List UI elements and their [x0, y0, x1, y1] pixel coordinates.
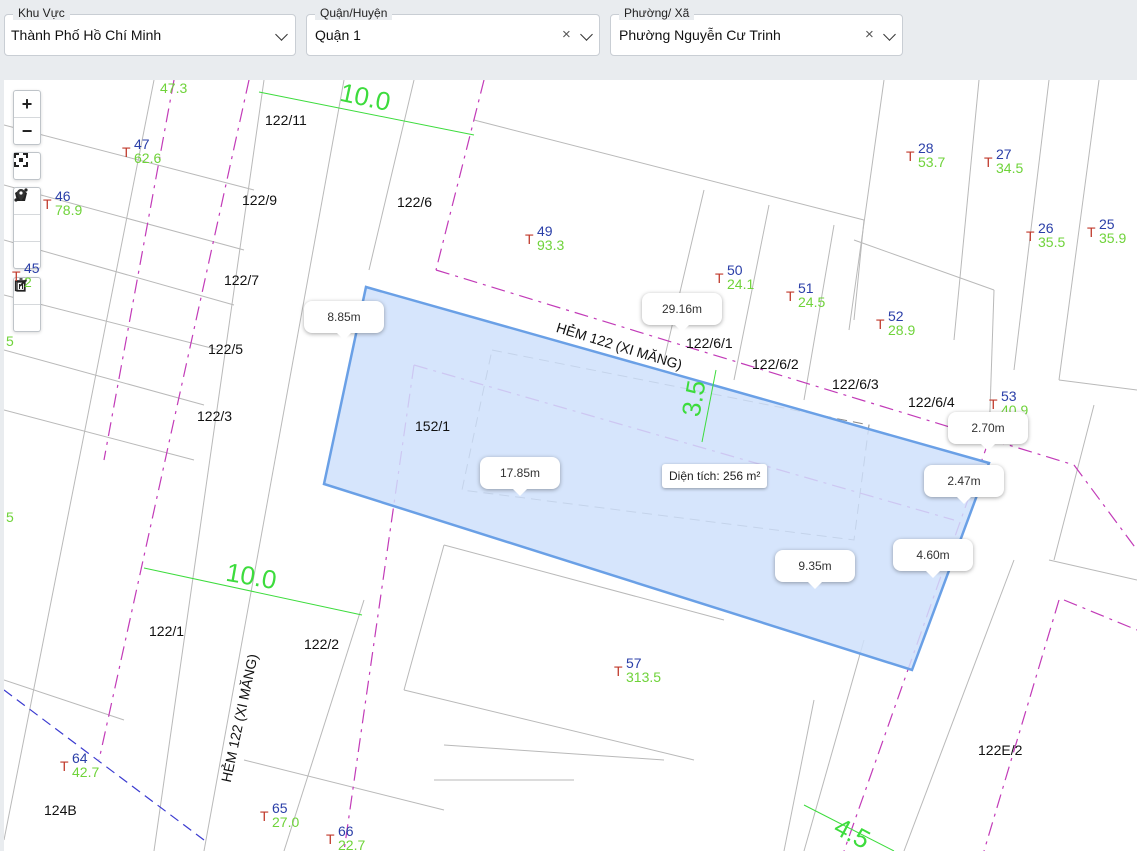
parcel-label: 122/6/4 [908, 394, 955, 410]
measurement-callout: 2.70m [948, 412, 1028, 451]
parcel-label: 122E/2 [978, 742, 1023, 758]
ward-select-label: Phường/ Xã [619, 6, 695, 20]
lot-area: 2 [24, 274, 32, 290]
trash-icon[interactable] [14, 278, 40, 331]
lot-area: 28.9 [888, 322, 916, 338]
parcel-label: 152/1 [415, 418, 451, 434]
lot-type: T [984, 154, 993, 170]
district-select-label: Quận/Huyện [315, 6, 393, 20]
chevron-down-icon[interactable] [883, 28, 896, 41]
fullscreen-control [13, 152, 41, 180]
parcel-label: 122/3 [197, 408, 233, 424]
lot-area: 35.9 [1099, 230, 1127, 246]
lot-type: T [715, 270, 724, 286]
lot-area: 24.5 [798, 294, 826, 310]
lot-area: 27.0 [272, 814, 300, 830]
lot-area: 62.6 [134, 150, 162, 166]
polygon-icon[interactable] [14, 189, 40, 242]
area-select-label: Khu Vực [13, 6, 70, 20]
lot-area: 42.7 [72, 764, 100, 780]
lot-area: 22.7 [338, 837, 366, 851]
chevron-down-icon[interactable] [580, 28, 593, 41]
zoom-controls: + − [13, 90, 41, 145]
parcel-label: 122/1 [149, 623, 185, 639]
fullscreen-icon[interactable] [14, 153, 40, 179]
lot-area: 35.5 [1038, 234, 1066, 250]
lot-type: T [326, 831, 335, 847]
lot-area: 313.5 [626, 669, 662, 685]
parcel-label: 124B [44, 802, 77, 818]
parcel-label: 122/6/3 [832, 376, 879, 392]
chevron-down-icon[interactable] [275, 28, 288, 41]
parcel-label: 122/5 [208, 341, 244, 357]
area-label: Diện tích: 256 m² [662, 464, 768, 488]
lot-area: 34.5 [996, 160, 1024, 176]
ward-select-value: Phường Nguyễn Cư Trinh [619, 27, 781, 43]
measurement-callout: 2.47m [924, 465, 1004, 504]
clear-icon[interactable]: × [562, 26, 571, 43]
dimension-label: 3.5 [675, 378, 712, 419]
parcel-label: 122/6/1 [686, 335, 733, 351]
lot-area: 93.3 [537, 237, 565, 253]
area-select[interactable]: Khu Vực Thành Phố Hồ Chí Minh [4, 6, 296, 56]
filter-bar: Khu Vực Thành Phố Hồ Chí Minh Quận/Huyện… [0, 0, 1137, 78]
measurement-callout: 17.85m [480, 457, 560, 496]
zoom-out-button[interactable]: − [14, 118, 40, 144]
cadastral-map[interactable]: + − 10.0 10.0 3.5 4.5 HẺM 122 (XI MĂNG) … [4, 80, 1137, 851]
lot-type: T [989, 396, 998, 412]
lot-type: T [786, 288, 795, 304]
district-select[interactable]: Quận/Huyện Quận 1 × [306, 6, 600, 56]
measurement-callout: 9.35m [775, 550, 855, 589]
measurement-callout: 29.16m [642, 293, 722, 332]
lot-area: 78.9 [55, 202, 83, 218]
parcel-label: 122/9 [242, 192, 278, 208]
lot-type: T [525, 231, 534, 247]
measurement-callout: 4.60m [893, 539, 973, 578]
draw-toolbar [13, 187, 41, 269]
parcel-label: 122/11 [265, 112, 307, 128]
lot-type: T [260, 808, 269, 824]
lot-area: 53.7 [918, 154, 946, 170]
lot-area-fragment: 5 [6, 333, 14, 349]
clear-icon[interactable]: × [865, 26, 874, 43]
lot-type: T [614, 663, 623, 679]
lot-area-fragment: 5 [6, 509, 14, 525]
lot-area-fragment: 47.3 [160, 80, 188, 96]
district-select-value: Quận 1 [315, 27, 361, 43]
zoom-in-button[interactable]: + [14, 91, 40, 118]
lot-type: T [876, 316, 885, 332]
parcel-label: 122/2 [304, 636, 340, 652]
parcel-label: 122/6/2 [752, 356, 799, 372]
parcel-label: 122/7 [224, 272, 260, 288]
lot-type: T [906, 148, 915, 164]
lot-type: T [122, 144, 131, 160]
measurement-callout: 8.85m [304, 301, 384, 340]
area-select-value: Thành Phố Hồ Chí Minh [11, 27, 162, 43]
lot-type: T [1026, 228, 1035, 244]
parcel-label: 122/6 [397, 194, 433, 210]
lot-type: T [12, 268, 21, 284]
ward-select[interactable]: Phường/ Xã Phường Nguyễn Cư Trinh × [610, 6, 903, 56]
lot-type: T [60, 758, 69, 774]
lot-type: T [43, 196, 52, 212]
lot-type: T [1087, 224, 1096, 240]
lot-area: 24.1 [727, 276, 755, 292]
